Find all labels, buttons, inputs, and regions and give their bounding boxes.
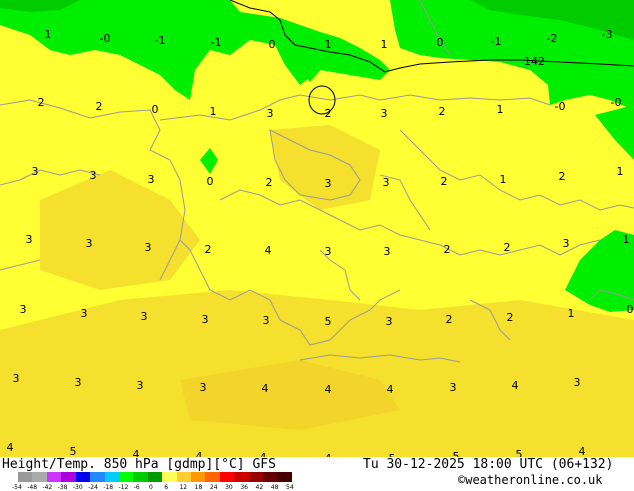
temp-label: 3 [325,177,332,190]
temp-label: 4 [579,445,586,457]
temp-label: 3 [267,107,274,120]
color-scale-swatch [61,472,77,482]
temp-label: 3 [574,376,581,389]
temp-label: 4 [7,441,14,454]
weather-map: 142 1 -0 -1 -1 0 1 1 0 -1 -2 -3 2 2 0 1 3 2 3 2 1 -0 -0 3 3 3 0 2 3… [0,0,634,457]
temp-label: -2 [547,32,558,45]
color-scale-swatch [147,472,163,482]
temp-label: 3 [32,165,39,178]
temp-label: 1 [497,103,504,116]
temp-label: 3 [86,237,93,250]
temp-label: 3 [145,241,152,254]
temp-label: -1 [491,35,502,48]
temp-label: 3 [325,245,332,258]
color-scale-swatch [133,472,149,482]
temp-label: 1 [617,165,624,178]
color-scale-swatch [219,472,235,482]
color-scale-swatch [90,472,105,482]
color-scale-swatch [18,472,33,482]
color-scale-swatch [234,472,250,482]
map-title: Height/Temp. 850 hPa [gdmp][°C] GFS [2,457,276,472]
temp-label: 3 [563,237,570,250]
temp-label: 5 [325,315,332,328]
temp-label: -1 [211,36,222,49]
temp-label: 2 [446,313,453,326]
temp-label: 2 [441,175,448,188]
temp-label: 2 [96,100,103,113]
temp-label: 3 [383,176,390,189]
map-canvas: 142 1 -0 -1 -1 0 1 1 0 -1 -2 -32 2 0 1 3 2 3 2 1 -0 -03 3 3 0 2 3… [0,0,634,457]
color-scale-swatch [176,472,192,482]
color-scale-swatch [162,472,178,482]
temp-label: -3 [602,28,613,41]
temp-label: 0 [207,175,214,188]
temp-label: 1 [568,307,575,320]
temp-label: 1 [210,105,217,118]
color-scale-swatch [32,472,48,482]
temp-label: 4 [325,383,332,396]
temp-label: 2 [444,243,451,256]
valid-datetime: Tu 30-12-2025 18:00 UTC (06+132) [363,457,614,472]
temp-label: 4 [133,448,140,457]
temp-label: 2 [205,243,212,256]
temp-label: 0 [627,303,634,316]
temp-label: 3 [137,379,144,392]
color-scale-swatch [118,472,134,482]
color-scale-swatch [205,472,221,482]
temp-label: 3 [202,313,209,326]
color-scale-swatch [277,472,293,482]
temp-label: 4 [512,379,519,392]
temp-label: 0 [152,103,159,116]
temp-label: 3 [200,381,207,394]
temp-label: 4 [265,244,272,257]
color-scale-swatch [191,472,206,482]
temp-label: 1 [45,28,52,41]
temp-label: 3 [386,315,393,328]
temp-label: 2 [38,96,45,109]
temp-label: 2 [559,170,566,183]
temp-label: 2 [504,241,511,254]
temp-label: 3 [450,381,457,394]
temp-label: 3 [381,107,388,120]
temp-label: 3 [90,169,97,182]
temp-label: 3 [148,173,155,186]
temp-label: 0 [269,38,276,51]
temp-label: 3 [263,314,270,327]
temp-label: 2 [266,176,273,189]
temp-label: -0 [100,32,111,45]
color-scale-bar [18,472,293,482]
temp-label: 2 [507,311,514,324]
temp-label: 4 [196,450,203,457]
credit-text: ©weatheronline.co.uk [458,473,603,487]
temp-label: 3 [75,376,82,389]
temp-label: 0 [437,36,444,49]
temp-label: 5 [70,445,77,457]
temp-label: 3 [384,245,391,258]
temp-label: 3 [141,310,148,323]
footer-bar: Height/Temp. 850 hPa [gdmp][°C] GFS Tu 3… [0,457,634,491]
color-scale-swatch [248,472,264,482]
temp-label: -0 [611,96,622,109]
temp-label: 3 [26,233,33,246]
temp-label: 1 [325,38,332,51]
temp-label: 5 [516,448,523,457]
color-scale-swatch [46,472,62,482]
temp-label: 1 [623,233,630,246]
temp-label: 5 [453,450,460,457]
temp-label: -0 [555,100,566,113]
temp-label: 4 [387,383,394,396]
temp-label: 2 [325,107,332,120]
color-scale-swatch [263,472,279,482]
color-scale-swatch [104,472,120,482]
temp-label: 1 [381,38,388,51]
color-scale-swatch [75,472,91,482]
temp-label: 1 [500,173,507,186]
contour-label: 142 [524,55,545,68]
temp-label: -1 [155,34,166,47]
temp-label: 3 [20,303,27,316]
temp-label: 4 [262,382,269,395]
temp-label: 3 [13,372,20,385]
temp-label: 3 [81,307,88,320]
temp-label: 2 [439,105,446,118]
